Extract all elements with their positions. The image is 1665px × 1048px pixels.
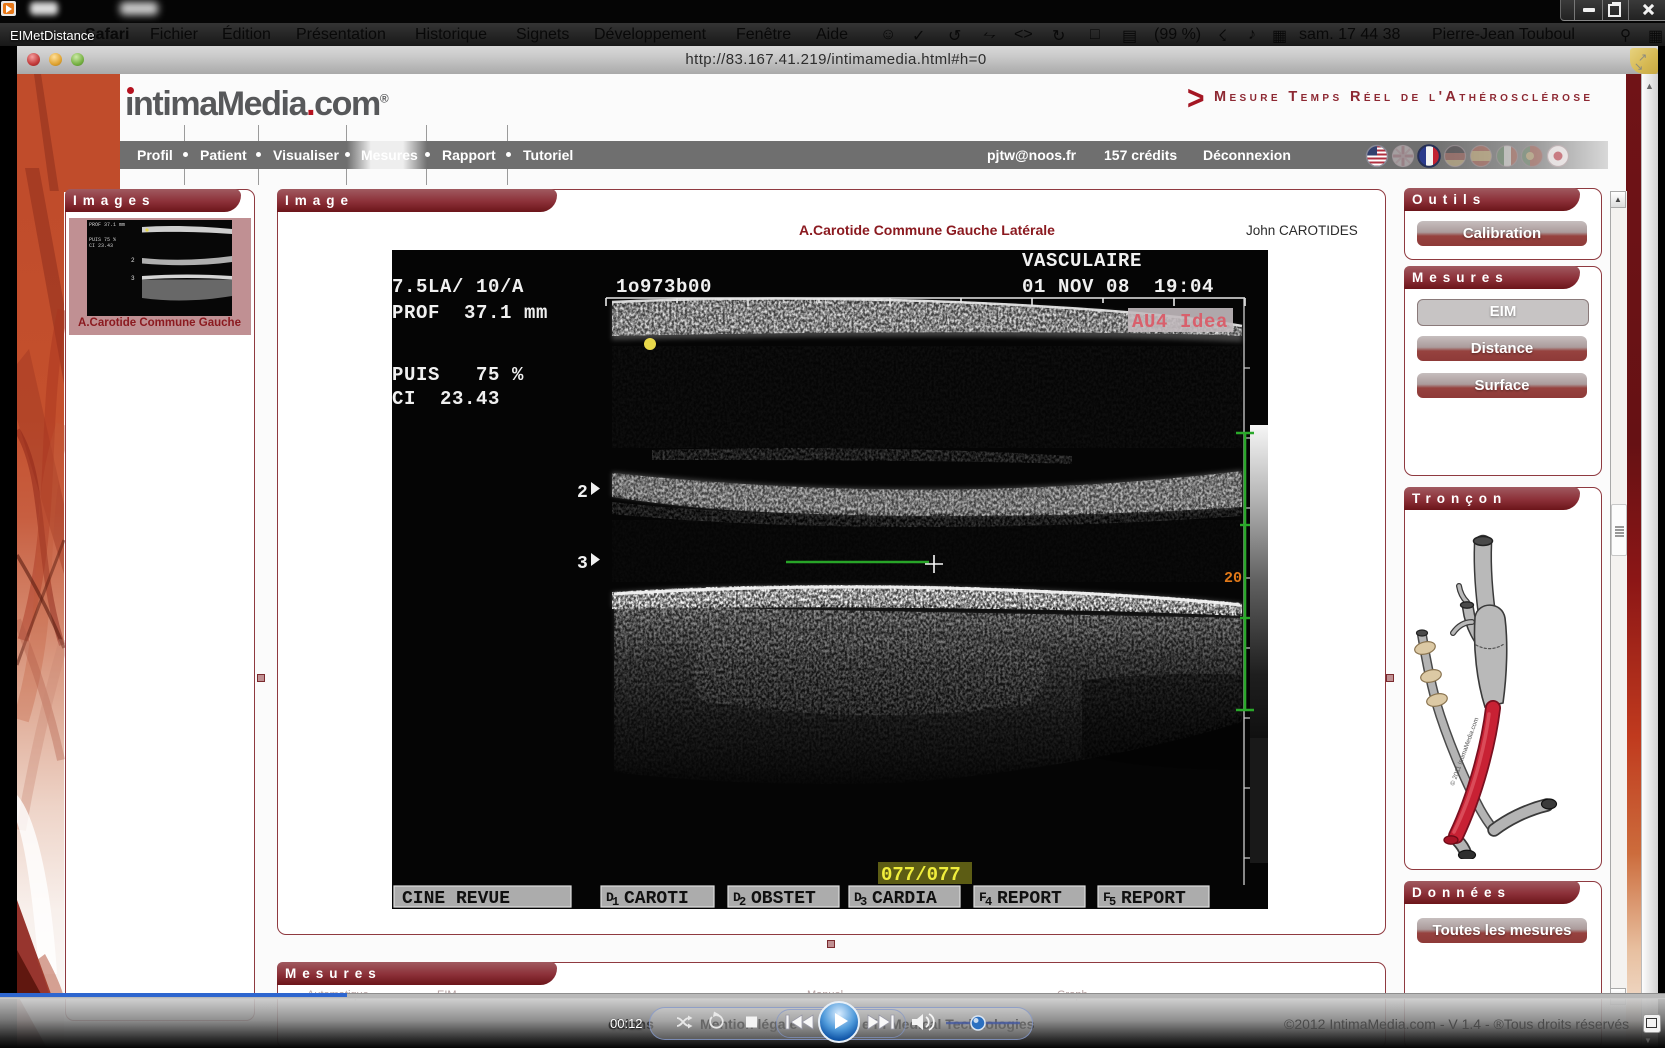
svg-text:AU4 Idea: AU4 Idea [1132,311,1228,333]
svg-text:VASCULAIRE: VASCULAIRE [1022,250,1142,272]
svg-text:20: 20 [1224,570,1242,587]
svg-text:4: 4 [985,895,992,909]
svg-text:PROF 37.1 mm: PROF 37.1 mm [89,222,125,228]
svg-text:1: 1 [612,895,619,909]
svg-text:077/077: 077/077 [881,864,961,886]
svg-text:7.5LA/ 10/A: 7.5LA/ 10/A [392,276,524,298]
svg-text:2: 2 [739,895,746,909]
svg-text:3: 3 [131,275,135,282]
svg-text:5: 5 [1109,895,1116,909]
svg-text:01 NOV 08 19:04: 01 NOV 08 19:04 [1022,276,1214,298]
svg-text:1o973b00: 1o973b00 [616,276,712,298]
svg-text:CINE REVUE: CINE REVUE [402,889,510,909]
svg-text:CI 23.43: CI 23.43 [392,388,500,410]
svg-text:CI 23.43: CI 23.43 [89,243,113,249]
svg-text:2: 2 [577,483,588,503]
svg-text:CAROTI: CAROTI [624,889,689,909]
svg-text:PUIS 75 %: PUIS 75 % [392,364,524,386]
svg-text:2: 2 [131,257,135,264]
svg-text:REPORT: REPORT [1121,889,1186,909]
svg-text:REPORT: REPORT [997,889,1062,909]
svg-text:3: 3 [860,895,867,909]
svg-text:PROF 37.1 mm: PROF 37.1 mm [392,302,548,324]
svg-text:3: 3 [577,554,588,574]
svg-text:CARDIA: CARDIA [872,889,937,909]
svg-text:OBSTET: OBSTET [751,889,816,909]
